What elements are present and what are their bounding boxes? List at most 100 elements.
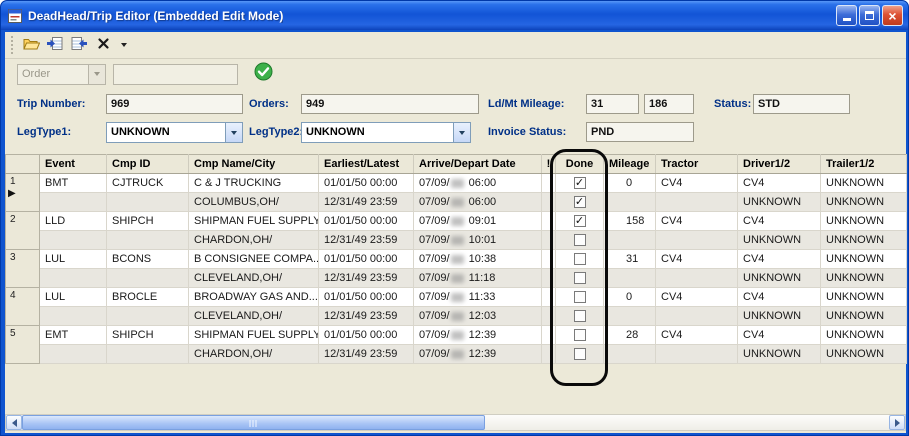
row-header-5[interactable]: 5 xyxy=(6,326,40,364)
trip-number-field[interactable] xyxy=(106,94,243,114)
row-header-1[interactable]: 1▶ xyxy=(6,174,40,212)
cell-mileage[interactable]: 0 xyxy=(604,174,656,193)
delete-stop-button[interactable] xyxy=(91,34,115,56)
cell-trailer1[interactable]: UNKNOWN xyxy=(821,250,907,269)
cell-mileage[interactable]: 31 xyxy=(604,250,656,269)
status-field[interactable] xyxy=(753,94,850,114)
cell-event-2[interactable] xyxy=(40,345,107,364)
cell-earliest[interactable]: 01/01/50 00:00 xyxy=(319,212,414,231)
ld-mileage-field[interactable] xyxy=(586,94,639,114)
done-checkbox[interactable] xyxy=(574,291,586,303)
cell-depart-date[interactable]: 07/09/ 11:18 xyxy=(414,269,542,288)
cell-latest[interactable]: 12/31/49 23:59 xyxy=(319,193,414,212)
scroll-left-button[interactable] xyxy=(6,415,22,430)
cell-driver2[interactable]: UNKNOWN xyxy=(738,269,821,288)
cell-latest[interactable]: 12/31/49 23:59 xyxy=(319,307,414,326)
cell-trailer2[interactable]: UNKNOWN xyxy=(821,193,907,212)
cell-done-depart[interactable] xyxy=(556,345,604,364)
cell-trailer1[interactable]: UNKNOWN xyxy=(821,288,907,307)
column-header-earliest-latest[interactable]: Earliest/Latest xyxy=(319,155,414,174)
done-checkbox[interactable] xyxy=(574,329,586,341)
cell-tractor[interactable]: CV4 xyxy=(656,174,738,193)
done-checkbox[interactable] xyxy=(574,234,586,246)
cell-cmp-name[interactable]: B CONSIGNEE COMPA... xyxy=(189,250,319,269)
cell-earliest[interactable]: 01/01/50 00:00 xyxy=(319,326,414,345)
cell-driver2[interactable]: UNKNOWN xyxy=(738,307,821,326)
toolbar-grip[interactable] xyxy=(11,36,14,54)
chevron-down-icon[interactable] xyxy=(453,123,470,142)
cell-earliest[interactable]: 01/01/50 00:00 xyxy=(319,174,414,193)
open-order-button[interactable] xyxy=(19,34,43,56)
scrollbar-thumb[interactable] xyxy=(22,415,485,430)
cell-cmp-id[interactable]: CJTRUCK xyxy=(107,174,189,193)
toolbar-options-button[interactable] xyxy=(121,43,127,47)
column-header-tractor[interactable]: Tractor xyxy=(656,155,738,174)
cell-alert[interactable] xyxy=(542,174,556,193)
cell-cmp-name[interactable]: BROADWAY GAS AND... xyxy=(189,288,319,307)
done-checkbox[interactable] xyxy=(574,253,586,265)
row-header-2[interactable]: 2 xyxy=(6,212,40,250)
cell-trailer2[interactable]: UNKNOWN xyxy=(821,345,907,364)
column-header-done[interactable]: Done xyxy=(556,155,604,174)
cell-mileage[interactable]: 28 xyxy=(604,326,656,345)
cell-alert-2[interactable] xyxy=(542,231,556,250)
orders-field[interactable] xyxy=(301,94,479,114)
cell-event-2[interactable] xyxy=(40,269,107,288)
cell-earliest[interactable]: 01/01/50 00:00 xyxy=(319,288,414,307)
mt-mileage-field[interactable] xyxy=(644,94,694,114)
legtype1-select[interactable]: UNKNOWN xyxy=(106,122,243,143)
cell-trailer1[interactable]: UNKNOWN xyxy=(821,212,907,231)
cell-mileage-2[interactable] xyxy=(604,307,656,326)
cell-event[interactable]: LUL xyxy=(40,250,107,269)
minimize-button[interactable] xyxy=(836,5,857,26)
cell-event[interactable]: LUL xyxy=(40,288,107,307)
cell-earliest[interactable]: 01/01/50 00:00 xyxy=(319,250,414,269)
cell-done-depart[interactable] xyxy=(556,307,604,326)
column-header-mileage[interactable]: Mileage xyxy=(604,155,656,174)
cell-done-arrive[interactable] xyxy=(556,288,604,307)
done-checkbox[interactable]: ✓ xyxy=(574,177,586,189)
cell-tractor[interactable]: CV4 xyxy=(656,326,738,345)
cell-arrive-date[interactable]: 07/09/ 11:33 xyxy=(414,288,542,307)
column-header-cmp-name-city[interactable]: Cmp Name/City xyxy=(189,155,319,174)
cell-mileage[interactable]: 0 xyxy=(604,288,656,307)
cell-depart-date[interactable]: 07/09/ 06:00 xyxy=(414,193,542,212)
insert-stop-button[interactable] xyxy=(43,34,67,56)
cell-alert[interactable] xyxy=(542,250,556,269)
cell-arrive-date[interactable]: 07/09/ 10:38 xyxy=(414,250,542,269)
cell-alert-2[interactable] xyxy=(542,193,556,212)
invoice-status-field[interactable] xyxy=(586,122,694,142)
cell-tractor[interactable]: CV4 xyxy=(656,250,738,269)
cell-latest[interactable]: 12/31/49 23:59 xyxy=(319,345,414,364)
cell-tractor-2[interactable] xyxy=(656,345,738,364)
cell-city[interactable]: COLUMBUS,OH/ xyxy=(189,193,319,212)
cell-driver1[interactable]: CV4 xyxy=(738,288,821,307)
cell-cmp-id[interactable]: BCONS xyxy=(107,250,189,269)
cell-mileage[interactable]: 158 xyxy=(604,212,656,231)
cell-depart-date[interactable]: 07/09/ 12:39 xyxy=(414,345,542,364)
cell-done-arrive[interactable] xyxy=(556,250,604,269)
column-header-arrive-depart-date[interactable]: Arrive/Depart Date xyxy=(414,155,542,174)
cell-event[interactable]: BMT xyxy=(40,174,107,193)
cell-city[interactable]: CLEVELAND,OH/ xyxy=(189,307,319,326)
cell-cmp-id-2[interactable] xyxy=(107,307,189,326)
done-checkbox[interactable] xyxy=(574,348,586,360)
done-checkbox[interactable]: ✓ xyxy=(574,196,586,208)
legtype2-select[interactable]: UNKNOWN xyxy=(301,122,471,143)
cell-alert[interactable] xyxy=(542,326,556,345)
cell-alert-2[interactable] xyxy=(542,345,556,364)
scroll-right-button[interactable] xyxy=(889,415,905,430)
title-bar[interactable]: DeadHead/Trip Editor (Embedded Edit Mode… xyxy=(1,1,908,30)
cell-mileage-2[interactable] xyxy=(604,231,656,250)
cell-trailer2[interactable]: UNKNOWN xyxy=(821,231,907,250)
cell-cmp-id[interactable]: SHIPCH xyxy=(107,326,189,345)
cell-depart-date[interactable]: 07/09/ 12:03 xyxy=(414,307,542,326)
cell-mileage-2[interactable] xyxy=(604,269,656,288)
cell-alert-2[interactable] xyxy=(542,307,556,326)
cell-latest[interactable]: 12/31/49 23:59 xyxy=(319,269,414,288)
cell-depart-date[interactable]: 07/09/ 10:01 xyxy=(414,231,542,250)
cell-done-arrive[interactable]: ✓ xyxy=(556,212,604,231)
cell-cmp-id-2[interactable] xyxy=(107,193,189,212)
cell-done-arrive[interactable] xyxy=(556,326,604,345)
cell-done-depart[interactable]: ✓ xyxy=(556,193,604,212)
